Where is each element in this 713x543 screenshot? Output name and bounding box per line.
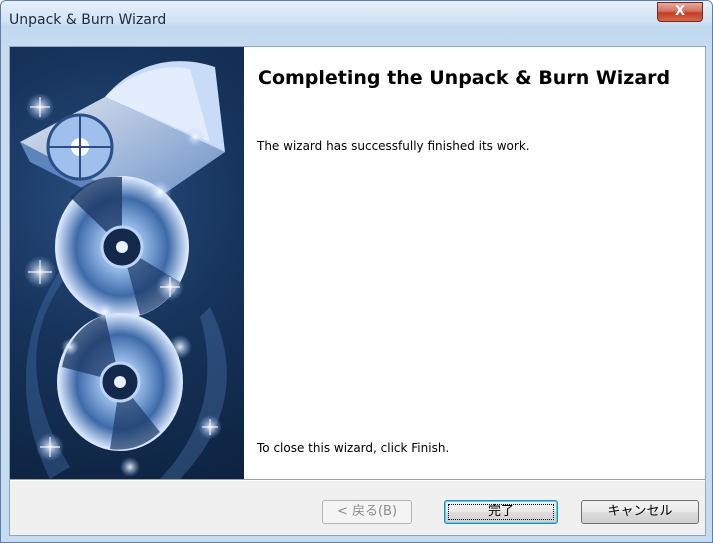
- wizard-content-panel: Completing the Unpack & Burn Wizard The …: [244, 47, 705, 479]
- close-icon: X: [674, 4, 686, 19]
- finish-button[interactable]: 完了: [444, 500, 558, 524]
- wizard-banner-image: [10, 47, 244, 479]
- wizard-heading: Completing the Unpack & Burn Wizard: [258, 67, 671, 89]
- focus-rectangle: [448, 504, 554, 520]
- completion-message: The wizard has successfully finished its…: [257, 139, 530, 153]
- button-bar-divider: [10, 479, 705, 481]
- cd-disc-icon: [57, 313, 183, 451]
- close-button[interactable]: X: [657, 2, 703, 22]
- title-bar[interactable]: Unpack & Burn Wizard X: [1, 1, 712, 46]
- wizard-window: Unpack & Burn Wizard X Completing the Un…: [0, 0, 713, 543]
- cancel-button[interactable]: キャンセル: [581, 500, 699, 524]
- close-instruction: To close this wizard, click Finish.: [257, 441, 450, 455]
- wizard-client-area: Completing the Unpack & Burn Wizard The …: [9, 46, 706, 536]
- window-title: Unpack & Burn Wizard: [9, 12, 167, 28]
- back-button[interactable]: < 戻る(B): [322, 500, 412, 524]
- banner-artwork: [20, 61, 227, 479]
